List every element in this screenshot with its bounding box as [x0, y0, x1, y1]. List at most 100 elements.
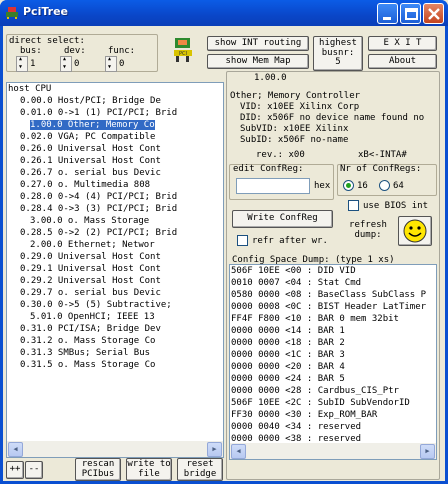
- dump-line: 0000 0040 <34 : reserved: [231, 422, 362, 432]
- tree-node-label: 5.01.0 OpenHCI; IEEE 13: [30, 312, 155, 322]
- dump-scroll-right[interactable]: ▶: [420, 444, 435, 459]
- title-bar[interactable]: PciTree: [0, 0, 448, 26]
- device-vid: VID: x10EE Xilinx Corp: [240, 102, 360, 112]
- pci-card-icon: PCI: [174, 38, 192, 62]
- dump-scroll-left[interactable]: ◀: [231, 444, 246, 459]
- tree-node[interactable]: 3.00.0 o. Mass Storage: [8, 216, 222, 228]
- device-class: Other; Memory Controller: [230, 91, 361, 101]
- tree-node[interactable]: 0.26.7 o. serial bus Devic: [8, 168, 222, 180]
- tree-scroll-right[interactable]: ▶: [207, 442, 222, 457]
- tree-node-label: 0.31.2 o. Mass Storage Co: [20, 336, 156, 346]
- tree-node-label: 0.01.0 0->1 (1) PCI/PCI; Brid: [20, 108, 178, 118]
- tree-node[interactable]: 0.26.0 Universal Host Cont: [8, 144, 222, 156]
- dev-value[interactable]: 0: [74, 59, 79, 69]
- highest-busnr-button[interactable]: highest busnr: 5: [313, 36, 363, 71]
- write-to-file-button[interactable]: write to file: [126, 458, 172, 481]
- tree-node[interactable]: 0.28.5 0->2 (2) PCI/PCI; Brid: [8, 228, 222, 240]
- tree-node[interactable]: 0.00.0 Host/PCI; Bridge De: [8, 96, 222, 108]
- device-rev: rev.: x00: [256, 150, 305, 160]
- dump-line: 0000 0008 <0C : BIST Header LatTimer: [231, 302, 427, 312]
- show-int-routing-button[interactable]: show INT routing: [207, 36, 309, 51]
- maximize-button[interactable]: [400, 3, 421, 24]
- tree-node-label: 0.26.7 o. serial bus Devic: [20, 168, 161, 178]
- tree-node[interactable]: 0.30.0 0->5 (5) Subtractive;: [8, 300, 222, 312]
- tree-node[interactable]: 0.28.0 0->4 (4) PCI/PCI; Brid: [8, 192, 222, 204]
- smiley-icon: [403, 219, 427, 243]
- func-spinner[interactable]: [105, 56, 117, 72]
- refresh-dump-button[interactable]: [398, 216, 432, 246]
- func-label: func:: [108, 46, 136, 56]
- edit-confreg-label: edit ConfReg:: [233, 164, 304, 174]
- radio-64[interactable]: [379, 180, 390, 191]
- rescan-button[interactable]: rescan PCIbus: [75, 458, 121, 481]
- dump-line: FF30 0000 <30 : Exp_ROM_BAR: [231, 410, 378, 420]
- tree-node-label: 0.28.5 0->2 (2) PCI/PCI; Brid: [20, 228, 178, 238]
- tree-node-label: 0.31.0 PCI/ISA; Bridge Dev: [20, 324, 161, 334]
- tree-node-label: 2.00.0 Ethernet; Networ: [30, 240, 155, 250]
- window-title: PciTree: [23, 5, 68, 18]
- refr-after-label: refr after wr.: [252, 236, 328, 246]
- device-subid: SubID: x506F no-name: [240, 135, 349, 145]
- close-icon: [428, 8, 440, 20]
- tree-node[interactable]: 0.26.1 Universal Host Cont: [8, 156, 222, 168]
- tree-node[interactable]: 0.31.5 o. Mass Storage Co: [8, 360, 222, 372]
- func-value[interactable]: 0: [119, 59, 124, 69]
- tree-node[interactable]: 0.29.1 Universal Host Cont: [8, 264, 222, 276]
- tree-node-label: host CPU: [8, 84, 52, 94]
- reset-bridge-button[interactable]: reset bridge: [177, 458, 223, 481]
- tree-node[interactable]: 0.29.0 Universal Host Cont: [8, 252, 222, 264]
- tree-node-label: 0.29.0 Universal Host Cont: [20, 252, 161, 262]
- exit-button[interactable]: E X I T: [368, 36, 437, 51]
- radio-16[interactable]: [343, 180, 354, 191]
- show-mem-map-button[interactable]: show Mem Map: [207, 54, 309, 69]
- write-confreg-button[interactable]: Write ConfReg: [232, 210, 333, 228]
- tree-node-label: 0.28.0 0->4 (4) PCI/PCI; Brid: [20, 192, 178, 202]
- tree-node-label: 0.31.5 o. Mass Storage Co: [20, 360, 156, 370]
- tree-node[interactable]: 0.29.2 Universal Host Cont: [8, 276, 222, 288]
- dev-label: dev:: [64, 46, 86, 56]
- tree-node[interactable]: 2.00.0 Ethernet; Networ: [8, 240, 222, 252]
- bus-spinner[interactable]: [16, 56, 28, 72]
- tree-hscrollbar[interactable]: [7, 441, 223, 457]
- use-bios-checkbox[interactable]: [348, 200, 359, 211]
- tree-node[interactable]: 0.01.0 0->1 (1) PCI/PCI; Brid: [8, 108, 222, 120]
- dump-line: 0000 0000 <20 : BAR 4: [231, 362, 345, 372]
- tree-node[interactable]: 1.00.0 Other; Memory Co: [8, 120, 222, 132]
- bus-label: bus:: [20, 46, 42, 56]
- about-button[interactable]: About: [368, 54, 437, 69]
- direct-select-label: direct select:: [9, 36, 85, 46]
- close-button[interactable]: [423, 3, 444, 24]
- tree-node[interactable]: 5.01.0 OpenHCI; IEEE 13: [8, 312, 222, 324]
- dump-line: 0000 0000 <18 : BAR 2: [231, 338, 345, 348]
- minimize-button[interactable]: [377, 3, 398, 24]
- tree-node[interactable]: host CPU: [8, 84, 222, 96]
- dump-line: 0010 0007 <04 : Stat Cmd: [231, 278, 362, 288]
- tree-node[interactable]: 0.31.3 SMBus; Serial Bus: [8, 348, 222, 360]
- tree-node[interactable]: 0.27.0 o. Multimedia 808: [8, 180, 222, 192]
- hex-label: hex: [314, 181, 331, 191]
- tree-node-label: 0.29.1 Universal Host Cont: [20, 264, 161, 274]
- expand-all-button[interactable]: ++: [6, 461, 24, 479]
- dump-hscrollbar[interactable]: [230, 443, 436, 459]
- dev-spinner[interactable]: [60, 56, 72, 72]
- dump-line: FF4F F800 <10 : BAR 0 mem 32bit: [231, 314, 399, 324]
- use-bios-label: use BIOS int: [363, 201, 429, 211]
- pci-tree[interactable]: host CPU 0.00.0 Host/PCI; Bridge De 0.01.0…: [8, 84, 222, 450]
- highest-busnr-value: 5: [335, 57, 341, 68]
- tree-node[interactable]: 0.02.0 VGA; PC Compatible: [8, 132, 222, 144]
- tree-node[interactable]: 0.31.2 o. Mass Storage Co: [8, 336, 222, 348]
- collapse-all-button[interactable]: --: [25, 461, 43, 479]
- tree-node-label: 0.00.0 Host/PCI; Bridge De: [20, 96, 161, 106]
- tree-node[interactable]: 0.31.0 PCI/ISA; Bridge Dev: [8, 324, 222, 336]
- refr-after-checkbox[interactable]: [237, 235, 248, 246]
- dump-line: 0000 0000 <1C : BAR 3: [231, 350, 345, 360]
- tree-node[interactable]: 0.29.7 o. serial bus Devic: [8, 288, 222, 300]
- maximize-icon: [405, 8, 418, 20]
- tree-node[interactable]: 0.28.4 0->3 (3) PCI/PCI; Brid: [8, 204, 222, 216]
- tree-scroll-left[interactable]: ◀: [8, 442, 23, 457]
- confreg-input[interactable]: [236, 178, 310, 194]
- dump-line: 0000 0000 <24 : BAR 5: [231, 374, 345, 384]
- device-did: DID: x506F no device name found no: [240, 113, 425, 123]
- config-dump[interactable]: 506F 10EE <00 : DID VID 0010 0007 <04 : S…: [230, 266, 432, 442]
- bus-value[interactable]: 1: [30, 59, 35, 69]
